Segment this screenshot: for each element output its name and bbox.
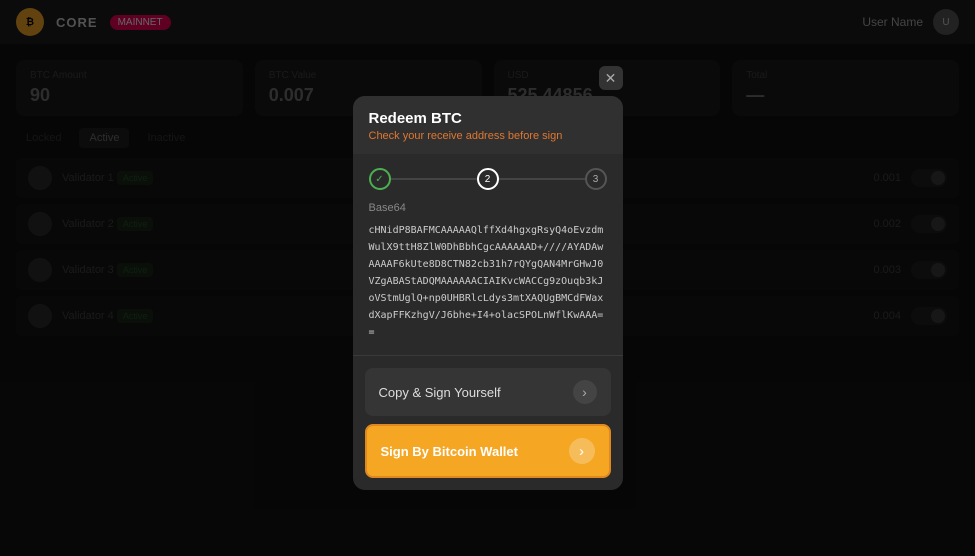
modal-subtitle: Check your receive address before sign xyxy=(369,130,607,142)
copy-sign-yourself-button[interactable]: Copy & Sign Yourself › xyxy=(365,368,611,416)
step-indicator: ✓ 2 3 xyxy=(353,154,623,198)
modal-actions: Copy & Sign Yourself › Sign By Bitcoin W… xyxy=(353,360,623,490)
step-2: 2 xyxy=(477,168,499,190)
step-line-2 xyxy=(499,178,585,180)
modal-close-area: ✕ xyxy=(353,66,623,90)
step-3: 3 xyxy=(585,168,607,190)
redeem-modal: ✕ Redeem BTC Check your receive address … xyxy=(353,66,623,490)
close-icon: ✕ xyxy=(605,70,617,87)
base64-section: Base64 cHNidP8BAFMCAAAAAQlffXd4hgxgRsyQ4… xyxy=(353,198,623,351)
step-line-1 xyxy=(391,178,477,180)
modal-body: Redeem BTC Check your receive address be… xyxy=(353,96,623,490)
step-1: ✓ xyxy=(369,168,391,190)
modal-title: Redeem BTC xyxy=(369,110,607,127)
sign-wallet-arrow-icon: › xyxy=(569,438,595,464)
modal-header: Redeem BTC Check your receive address be… xyxy=(353,96,623,154)
base64-content: cHNidP8BAFMCAAAAAQlffXd4hgxgRsyQ4oEvzdmW… xyxy=(369,222,607,341)
sign-wallet-label: Sign By Bitcoin Wallet xyxy=(381,444,518,459)
sign-by-bitcoin-wallet-button[interactable]: Sign By Bitcoin Wallet › xyxy=(365,424,611,478)
divider xyxy=(353,355,623,356)
copy-sign-label: Copy & Sign Yourself xyxy=(379,385,501,400)
base64-label: Base64 xyxy=(369,202,607,214)
copy-sign-arrow-icon: › xyxy=(573,380,597,404)
close-button[interactable]: ✕ xyxy=(599,66,623,90)
